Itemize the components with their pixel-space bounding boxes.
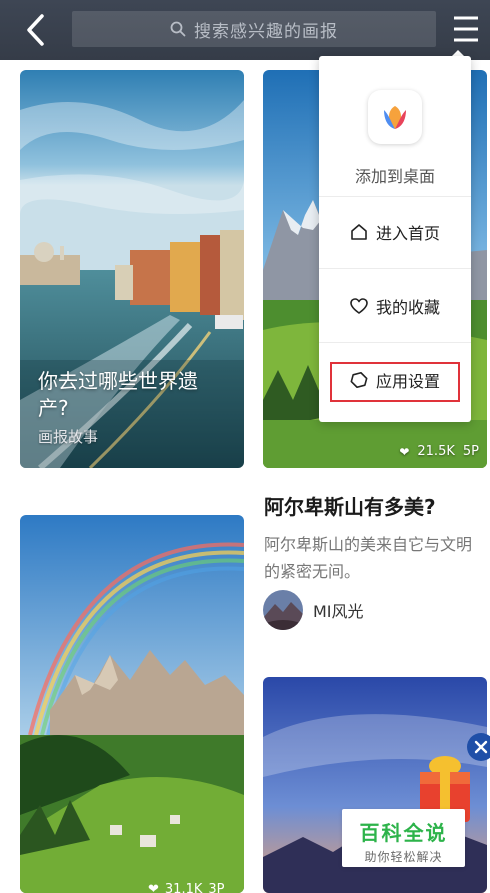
pictorial-card-world-heritage[interactable]: 你去过哪些世界遗产? 画报故事 — [20, 70, 244, 468]
divider — [319, 342, 471, 343]
article-title[interactable]: 阿尔卑斯山有多美? — [264, 491, 484, 520]
back-button[interactable] — [18, 10, 58, 50]
hamburger-menu-icon — [454, 16, 478, 42]
avatar-image — [263, 590, 303, 630]
card-stats: ❤ 21.5K 5P — [399, 444, 479, 459]
author-avatar[interactable] — [263, 590, 303, 630]
like-count: 21.5K — [417, 444, 455, 459]
page-count: 5P — [462, 444, 479, 459]
search-placeholder: 搜索感兴趣的画报 — [194, 21, 338, 42]
menu-item-favorites[interactable]: 我的收藏 — [319, 276, 471, 336]
home-icon — [351, 224, 367, 240]
like-heart-icon: ❤ — [399, 444, 410, 459]
pictorial-card-rainbow[interactable]: ❤ 31.1K 3P — [20, 515, 244, 893]
like-heart-icon: ❤ — [148, 882, 159, 893]
watermark-title: 百科全说 — [359, 821, 448, 845]
search-input[interactable]: 搜索感兴趣的画报 — [72, 11, 436, 47]
add-to-desktop-label[interactable]: 添加到桌面 — [319, 163, 471, 187]
card-subtitle: 画报故事 — [38, 428, 99, 446]
settings-highlight-box — [330, 362, 460, 402]
card-title: 你去过哪些世界遗产? — [38, 369, 198, 420]
back-arrow-icon — [27, 14, 44, 46]
divider — [319, 268, 471, 269]
card-stats: ❤ 31.1K 3P — [148, 882, 225, 893]
watermark-badge: 百科全说 助你轻松解决 — [342, 809, 465, 867]
divider — [319, 196, 471, 197]
page-count: 3P — [208, 882, 225, 893]
author-info[interactable]: MI风光 — [263, 590, 364, 630]
author-name: MI风光 — [313, 602, 364, 621]
top-bar: 搜索感兴趣的画报 — [0, 0, 490, 60]
like-count: 31.1K — [164, 882, 203, 893]
rainbow-mountain-image — [20, 515, 244, 893]
page: 搜索感兴趣的画报 你去过哪些世界遗产? 画报故事 ❤ 21.5K 5P 阿尔卑斯… — [0, 0, 490, 893]
heart-icon — [350, 298, 368, 314]
article-description: 阿尔卑斯山的美来自它与文明的紧密无间。 — [264, 535, 473, 581]
menu-item-home[interactable]: 进入首页 — [319, 202, 471, 262]
tulip-logo-icon — [384, 106, 406, 129]
app-icon[interactable] — [368, 90, 422, 144]
watermark-subtitle: 助你轻松解决 — [364, 850, 443, 864]
menu-item-label: 我的收藏 — [375, 298, 440, 317]
menu-button[interactable] — [448, 12, 484, 46]
menu-item-label: 进入首页 — [375, 224, 440, 243]
search-icon — [170, 21, 186, 37]
